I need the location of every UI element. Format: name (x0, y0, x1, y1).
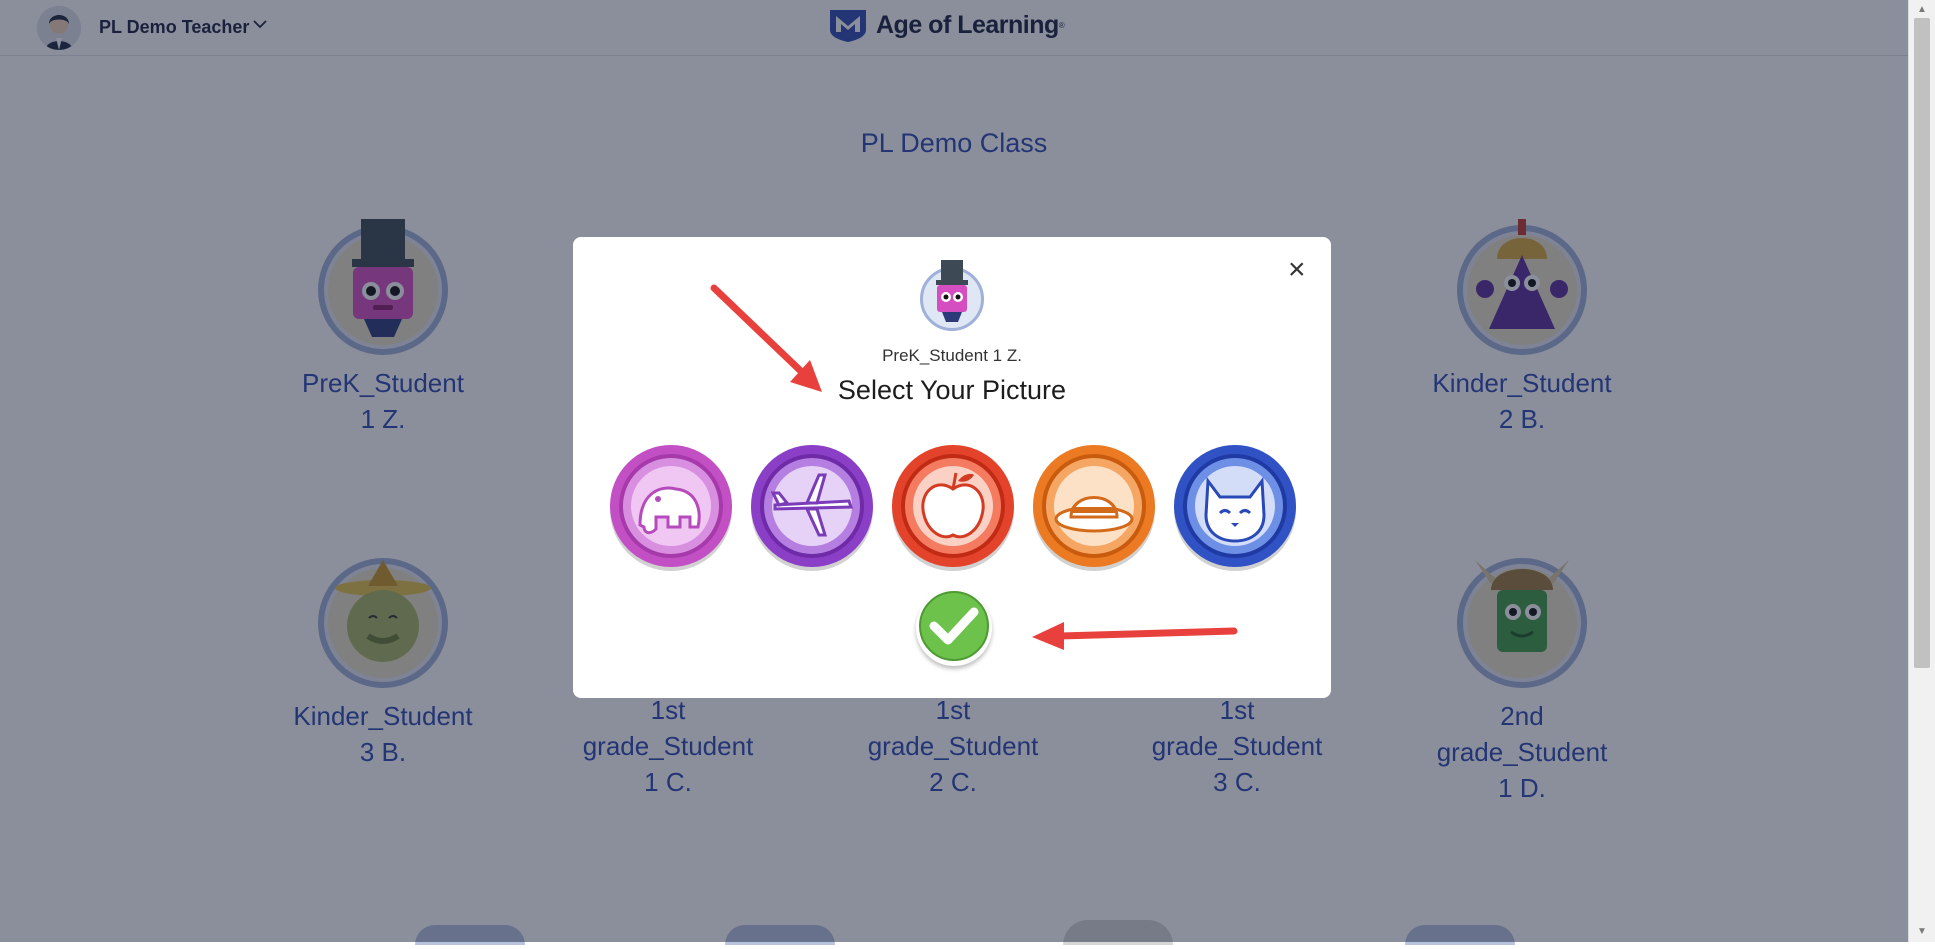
scroll-up-icon[interactable]: ▲ (1917, 4, 1927, 15)
page: PL Demo Teacher Age of Learning ® PL Dem… (0, 0, 1908, 945)
selected-student-name: PreK_Student 1 Z. (882, 346, 1022, 365)
select-picture-dialog: × PreK_Student 1 Z. Select Your Picture (573, 237, 1331, 698)
selected-student-avatar (920, 260, 984, 331)
cat-icon (1183, 454, 1287, 558)
elephant-icon (619, 454, 723, 558)
picture-option-airplane[interactable] (751, 445, 873, 567)
dialog-title: Select Your Picture (837, 375, 1067, 405)
hat-icon (1042, 454, 1146, 558)
checkmark-icon (919, 591, 989, 661)
scroll-down-icon[interactable]: ▼ (1917, 926, 1927, 937)
vertical-scrollbar[interactable]: ▲ ▼ (1908, 0, 1935, 942)
picture-option-apple[interactable] (892, 445, 1014, 567)
picture-option-elephant[interactable] (610, 445, 732, 567)
close-icon[interactable]: × (1288, 255, 1306, 285)
apple-icon (901, 454, 1005, 558)
confirm-button[interactable] (916, 590, 992, 666)
scrollbar-thumb[interactable] (1914, 18, 1930, 668)
airplane-icon (760, 454, 864, 558)
picture-option-cat[interactable] (1174, 445, 1296, 567)
picture-option-hat[interactable] (1033, 445, 1155, 567)
